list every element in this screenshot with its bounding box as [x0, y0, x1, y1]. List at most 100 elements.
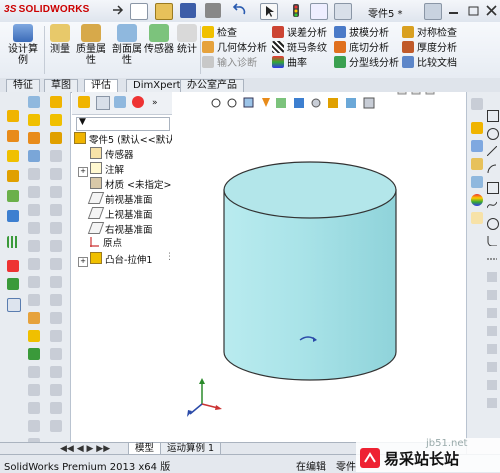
- combine-icon[interactable]: [28, 384, 40, 396]
- fill-icon[interactable]: [50, 330, 62, 342]
- options-icon[interactable]: [310, 3, 328, 20]
- line-icon[interactable]: [7, 278, 19, 290]
- viewport-close-icon[interactable]: [425, 92, 435, 95]
- replace-face-icon[interactable]: [50, 312, 62, 324]
- plane-tool-icon[interactable]: [487, 308, 497, 318]
- untrim-icon[interactable]: [50, 240, 62, 252]
- expand-icon[interactable]: +: [78, 257, 88, 267]
- cut-with-surface-icon[interactable]: [50, 366, 62, 378]
- offset-tool-icon[interactable]: [487, 362, 497, 372]
- section-properties-button[interactable]: 剖面属性: [110, 24, 144, 66]
- open-folder-icon[interactable]: [155, 3, 173, 20]
- sketch-icon[interactable]: [7, 110, 19, 122]
- tab-office-products[interactable]: 办公室产品: [180, 79, 244, 92]
- design-study-button[interactable]: 设计算例: [4, 24, 42, 66]
- tree-item-sensors[interactable]: 传感器: [90, 147, 134, 161]
- section-view-icon[interactable]: [262, 98, 270, 107]
- tree-item-top-plane[interactable]: 上视基准面: [87, 207, 153, 221]
- file-explorer-icon[interactable]: [471, 158, 483, 170]
- sensor-button[interactable]: 传感器: [144, 24, 174, 55]
- surface-icon[interactable]: [50, 114, 62, 126]
- dome-icon[interactable]: [28, 276, 40, 288]
- viewport-restore-icon[interactable]: [411, 92, 421, 95]
- filter-box[interactable]: ▼: [76, 117, 170, 131]
- symmetry-check-button[interactable]: 对称检查: [402, 26, 498, 41]
- print-icon[interactable]: [205, 3, 221, 18]
- help-icon[interactable]: [424, 3, 442, 20]
- view-icon[interactable]: [28, 96, 40, 108]
- view-orientation-icon[interactable]: [276, 98, 286, 108]
- undercut-analysis-button[interactable]: 底切分析: [334, 41, 402, 56]
- curves-icon[interactable]: [28, 330, 40, 342]
- tree-item-origin[interactable]: 原点: [90, 237, 122, 251]
- display-style-icon[interactable]: [294, 98, 304, 108]
- rectangle-select-icon[interactable]: [7, 298, 21, 312]
- solidworks-logo[interactable]: 3S SOLIDWORKS: [4, 4, 90, 15]
- arrow-right-icon[interactable]: [110, 3, 126, 18]
- viewport-minimize-icon[interactable]: [397, 92, 407, 95]
- point-icon[interactable]: [487, 272, 497, 282]
- split-icon[interactable]: [28, 366, 40, 378]
- knit-icon[interactable]: [50, 258, 62, 270]
- save-icon[interactable]: [180, 3, 196, 18]
- tree-item-material[interactable]: 材质 <未指定>: [90, 177, 171, 191]
- restore-icon[interactable]: [466, 3, 482, 18]
- offset-icon[interactable]: [50, 150, 62, 162]
- thickness-analysis-button[interactable]: 厚度分析: [402, 41, 498, 56]
- radiate-icon[interactable]: [50, 384, 62, 396]
- tab-scroll-icons[interactable]: ◀◀ ◀ ▶ ▶▶: [60, 444, 110, 454]
- curvature-button[interactable]: 曲率: [272, 56, 334, 71]
- traffic-light-icon[interactable]: [288, 3, 304, 18]
- cylinder-part[interactable]: [223, 161, 397, 381]
- tree-item-right-plane[interactable]: 右视基准面: [87, 222, 153, 236]
- previous-view-icon[interactable]: [243, 97, 254, 108]
- appearances-icon[interactable]: [471, 194, 483, 206]
- ellipse-icon[interactable]: [487, 218, 499, 230]
- tree-item-boss-extrude[interactable]: + 凸台-拉伸1: [78, 252, 152, 267]
- mid-surface-icon[interactable]: [50, 402, 62, 414]
- feature-icon[interactable]: [28, 114, 40, 126]
- appearance-icon[interactable]: [328, 98, 338, 108]
- tab-motion-study[interactable]: 运动算例 1: [160, 442, 222, 454]
- mirror-tool-icon[interactable]: [487, 380, 497, 390]
- deviation-analysis-button[interactable]: 误差分析: [272, 26, 334, 41]
- trim-tool-icon[interactable]: [487, 326, 497, 336]
- mirror-icon[interactable]: [28, 186, 40, 198]
- planar-icon[interactable]: [50, 186, 62, 198]
- extend-tool-icon[interactable]: [487, 344, 497, 354]
- scene-icon[interactable]: [346, 98, 356, 108]
- rib-icon[interactable]: [28, 222, 40, 234]
- design-library-icon[interactable]: [471, 140, 483, 152]
- revolve-icon[interactable]: [7, 150, 19, 162]
- task-pane-home-icon[interactable]: [471, 122, 483, 134]
- pattern-icon[interactable]: [28, 168, 40, 180]
- geometry-analysis-button[interactable]: 几何体分析: [202, 41, 278, 56]
- sketch-entity-icon[interactable]: [50, 96, 62, 108]
- ruled-icon[interactable]: [50, 168, 62, 180]
- hole-icon[interactable]: [28, 258, 40, 270]
- property-manager-icon[interactable]: [96, 96, 110, 110]
- feature-manager-icon[interactable]: [78, 96, 90, 108]
- tab-dimxpert[interactable]: DimXpert: [126, 79, 188, 92]
- extrude-icon[interactable]: [7, 130, 19, 142]
- centerline-icon[interactable]: [487, 254, 497, 264]
- select-cursor-icon[interactable]: [260, 3, 278, 20]
- boundary-icon[interactable]: [50, 132, 62, 144]
- wrap-icon[interactable]: [28, 294, 40, 306]
- undo-icon[interactable]: [232, 3, 248, 18]
- graphics-area[interactable]: [172, 92, 466, 442]
- check-button[interactable]: 检查: [202, 26, 278, 41]
- expand-icon[interactable]: +: [78, 167, 88, 177]
- tab-features[interactable]: 特征: [6, 79, 40, 92]
- tab-sketch[interactable]: 草图: [44, 79, 78, 92]
- tree-item-annotations[interactable]: + 注解: [78, 162, 124, 177]
- text-tool-icon[interactable]: [487, 290, 497, 300]
- tree-root[interactable]: 零件5 (默认<<默认: [74, 132, 175, 146]
- cut-icon[interactable]: [28, 132, 40, 144]
- polygon-icon[interactable]: [487, 182, 499, 194]
- reference-icon[interactable]: [28, 312, 40, 324]
- arrow-down-icon[interactable]: [471, 98, 483, 110]
- configuration-manager-icon[interactable]: [114, 96, 126, 108]
- draft-feature-icon[interactable]: [28, 240, 40, 252]
- extend-icon[interactable]: [50, 204, 62, 216]
